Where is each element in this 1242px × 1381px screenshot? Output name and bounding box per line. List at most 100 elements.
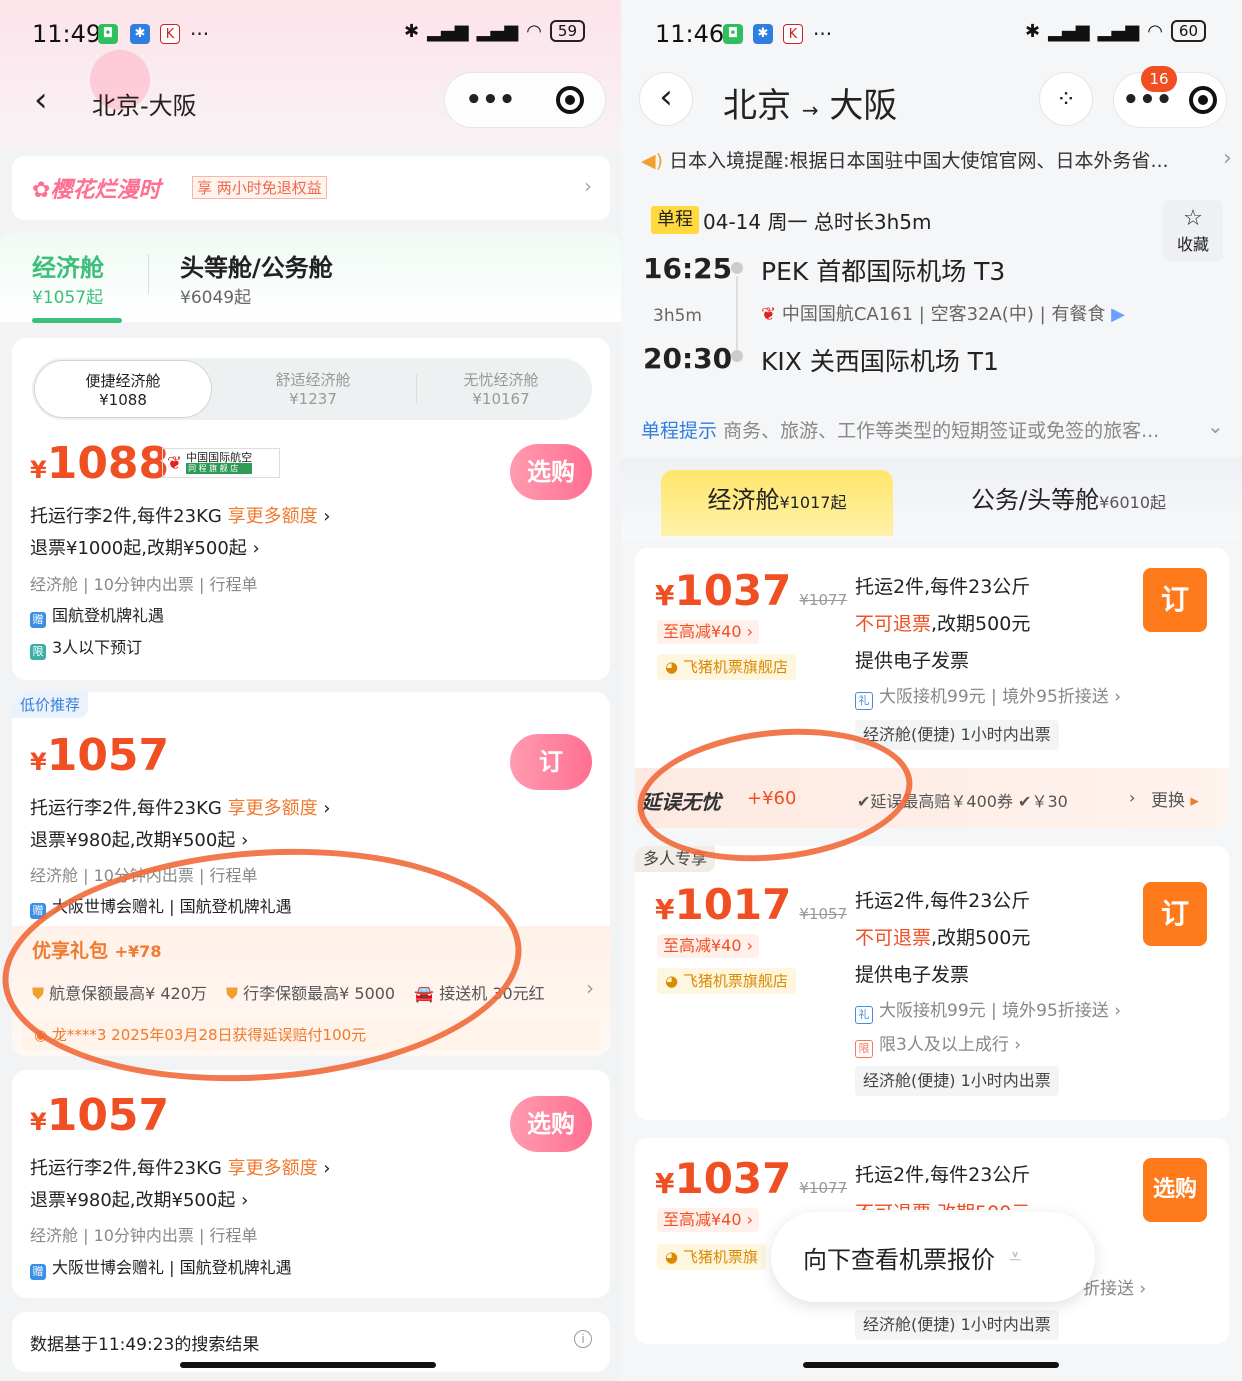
qrcode-icon[interactable]: ⁘ — [1039, 72, 1093, 126]
discount-tag[interactable]: 至高减¥40 › — [657, 1208, 760, 1232]
meal-info: 有餐食 — [1051, 304, 1106, 325]
more-link: 享更多额度 — [227, 798, 318, 819]
notice-bar[interactable]: ◀) 日本入境提醒:根据日本国驻中国大使馆官网、日本外务省... — [641, 146, 1231, 173]
cabin-chip: 经济舱(便捷) 1小时内出票 — [855, 720, 1059, 750]
baggage-line[interactable]: 托运行李2件,每件23KG 享更多额度 › — [30, 502, 331, 528]
buy-button[interactable]: 选购 — [1143, 1158, 1207, 1222]
signal-icon: ▂▄▆ — [427, 20, 469, 42]
arr-dot — [731, 350, 743, 362]
refund-line: 不可退票,改期500元 — [855, 923, 1030, 950]
book-button[interactable]: 订 — [1143, 568, 1207, 632]
arrival-time: 20:30 — [643, 342, 733, 375]
limit-line[interactable]: 限限3人及以上成行 › — [855, 1030, 1021, 1058]
signal-icon-2: ▂▄▆ — [1097, 20, 1140, 42]
buy-button[interactable]: 选购 — [510, 444, 592, 500]
invoice-line: 提供电子发票 — [855, 650, 970, 672]
subtab-worryfree[interactable]: 无忧经济舱 ¥10167 — [416, 369, 586, 408]
shop-tag: ◕ 飞猪机票旗舰店 — [657, 968, 796, 994]
chevron-right-icon: › — [586, 976, 594, 1000]
favorite-label: 收藏 — [1176, 235, 1209, 254]
gift-tail: 折接送 › — [1083, 1279, 1147, 1299]
discount-tag[interactable]: 至高减¥40 › — [657, 934, 760, 958]
refund-line[interactable]: 退票¥980起,改期¥500起 › — [30, 826, 248, 852]
currency: ¥ — [655, 893, 675, 926]
baggage-line[interactable]: 托运行李2件,每件23KG 享更多额度 › — [30, 794, 331, 820]
offer-price: ¥1037 ¥1077 — [655, 1154, 847, 1203]
currency: ¥ — [30, 456, 47, 484]
tab-indicator — [32, 318, 122, 323]
tab-economy[interactable]: 经济舱¥1017起 — [661, 470, 893, 536]
tab-business[interactable]: 头等舱/公务舱 ¥6049起 — [180, 248, 333, 308]
plane-type: 空客32A(中) — [930, 304, 1034, 325]
currency: ¥ — [655, 1167, 675, 1200]
from-city: 北京 — [723, 86, 791, 126]
baggage-line[interactable]: 托运行李2件,每件23KG 享更多额度 › — [30, 1154, 331, 1180]
airline-flight: 中国国航CA161 — [781, 304, 914, 325]
chevron-right-icon: › — [1223, 146, 1232, 171]
back-icon[interactable]: ‹ — [34, 80, 48, 120]
flower-icon: ✿ — [32, 178, 51, 203]
change-button[interactable]: 更换 ▸ — [1151, 786, 1199, 811]
book-button[interactable]: 订 — [510, 734, 592, 790]
subtab-price: ¥1088 — [99, 391, 147, 409]
close-miniprogram-icon[interactable] — [1189, 86, 1218, 114]
offer-price: ¥1088 — [30, 438, 169, 489]
no-refund: 不可退票 — [855, 927, 932, 949]
tab-economy[interactable]: 经济舱 ¥1057起 — [32, 248, 122, 323]
wifi-icon: ◠ — [1147, 20, 1163, 42]
offer-price: ¥1057 — [30, 1090, 169, 1141]
subtab-label: 舒适经济舱 — [275, 371, 351, 389]
dep-dot — [731, 262, 743, 274]
back-icon[interactable]: ‹ — [639, 72, 693, 126]
gift-line: 赠国航登机牌礼遇 — [30, 602, 164, 628]
gift-text: 国航登机牌礼遇 — [52, 606, 165, 625]
departure-time: 16:25 — [643, 252, 733, 285]
tab-price: ¥1057起 — [32, 288, 104, 308]
discount-tag[interactable]: 至高减¥40 › — [657, 620, 760, 644]
promo-banner[interactable]: ✿樱花烂漫时 享 两小时免退权益 › — [12, 156, 610, 220]
baggage-text: 托运行李2件,每件23KG — [30, 1158, 222, 1179]
favorite-button[interactable]: ☆ 收藏 — [1163, 200, 1223, 262]
subtab-comfort[interactable]: 舒适经济舱 ¥1237 — [228, 369, 398, 408]
play-icon: ▶ — [1111, 304, 1125, 325]
gift-line[interactable]: 礼大阪接机99元 | 境外95折接送 › — [855, 682, 1121, 710]
trip-tip[interactable]: 单程提示 商务、旅游、工作等类型的短期签证或免签的旅客... — [641, 416, 1201, 443]
logo-sub: 同 程 旗 舰 店 — [186, 463, 253, 474]
fliggy-icon: ◕ — [665, 658, 679, 676]
tab-price: ¥6010起 — [1099, 493, 1166, 512]
more-link: 享更多额度 — [227, 506, 318, 527]
refund-line[interactable]: 退票¥980起,改期¥500起 › — [30, 1186, 248, 1212]
more-link: 享更多额度 — [227, 1158, 318, 1179]
trip-type-badge: 单程 — [651, 206, 699, 234]
airline-logo: ❦ 中国国际航空 同 程 旗 舰 店 — [162, 448, 280, 478]
book-button[interactable]: 订 — [1143, 882, 1207, 946]
amount: 1037 — [674, 1154, 792, 1203]
offer-price: ¥1057 — [30, 730, 169, 781]
status-bar: 11:46 ◘ ✱ K ··· ✱ ▂▄▆ ▂▄▆ ◠ 60 — [621, 0, 1242, 70]
subtab-group: 便捷经济舱 ¥1088 舒适经济舱 ¥1237 无忧经济舱 ¥10167 — [32, 358, 592, 420]
kfc-icon: K — [783, 24, 803, 44]
baggage-text: 托运行李2件,每件23KG — [30, 506, 222, 527]
original-price: ¥1077 — [799, 1179, 848, 1197]
tab-price: ¥6049起 — [180, 288, 252, 308]
refund-line[interactable]: 退票¥1000起,改期¥500起 › — [30, 534, 260, 560]
cabin-tabs: 经济舱 ¥1057起 头等舱/公务舱 ¥6049起 — [0, 232, 621, 323]
logo-text: 中国国际航空 — [186, 451, 253, 464]
trip-date: 04-14 周一 — [703, 210, 808, 234]
scroll-hint-button[interactable]: 向下查看机票报价 ⩡ — [771, 1212, 1095, 1302]
gift-line[interactable]: 礼大阪接机99元 | 境外95折接送 › — [855, 996, 1121, 1024]
cabin-chip: 经济舱(便捷) 1小时内出票 — [855, 1310, 1059, 1340]
tab-business[interactable]: 公务/头等舱¥6010起 — [971, 470, 1166, 530]
close-miniprogram-icon[interactable] — [556, 86, 585, 114]
info-icon[interactable]: i — [574, 1330, 592, 1348]
search-time: 数据基于11:49:23的搜索结果 — [30, 1335, 260, 1355]
buy-button[interactable]: 选购 — [510, 1096, 592, 1152]
subtab-convenient[interactable]: 便捷经济舱 ¥1088 — [34, 360, 212, 418]
gift-text: 大阪接机99元 | 境外95折接送 › — [879, 687, 1122, 707]
flight-info[interactable]: ❦ 中国国航CA161 | 空客32A(中) | 有餐食 ▶ — [761, 300, 1125, 326]
nav-title: 北京-大阪 — [92, 92, 197, 120]
star-icon: ☆ — [1183, 206, 1203, 231]
more-menu-icon[interactable]: ••• — [466, 85, 516, 115]
tab-divider — [148, 254, 149, 294]
chevron-down-icon[interactable]: ⌄ — [1207, 414, 1224, 438]
